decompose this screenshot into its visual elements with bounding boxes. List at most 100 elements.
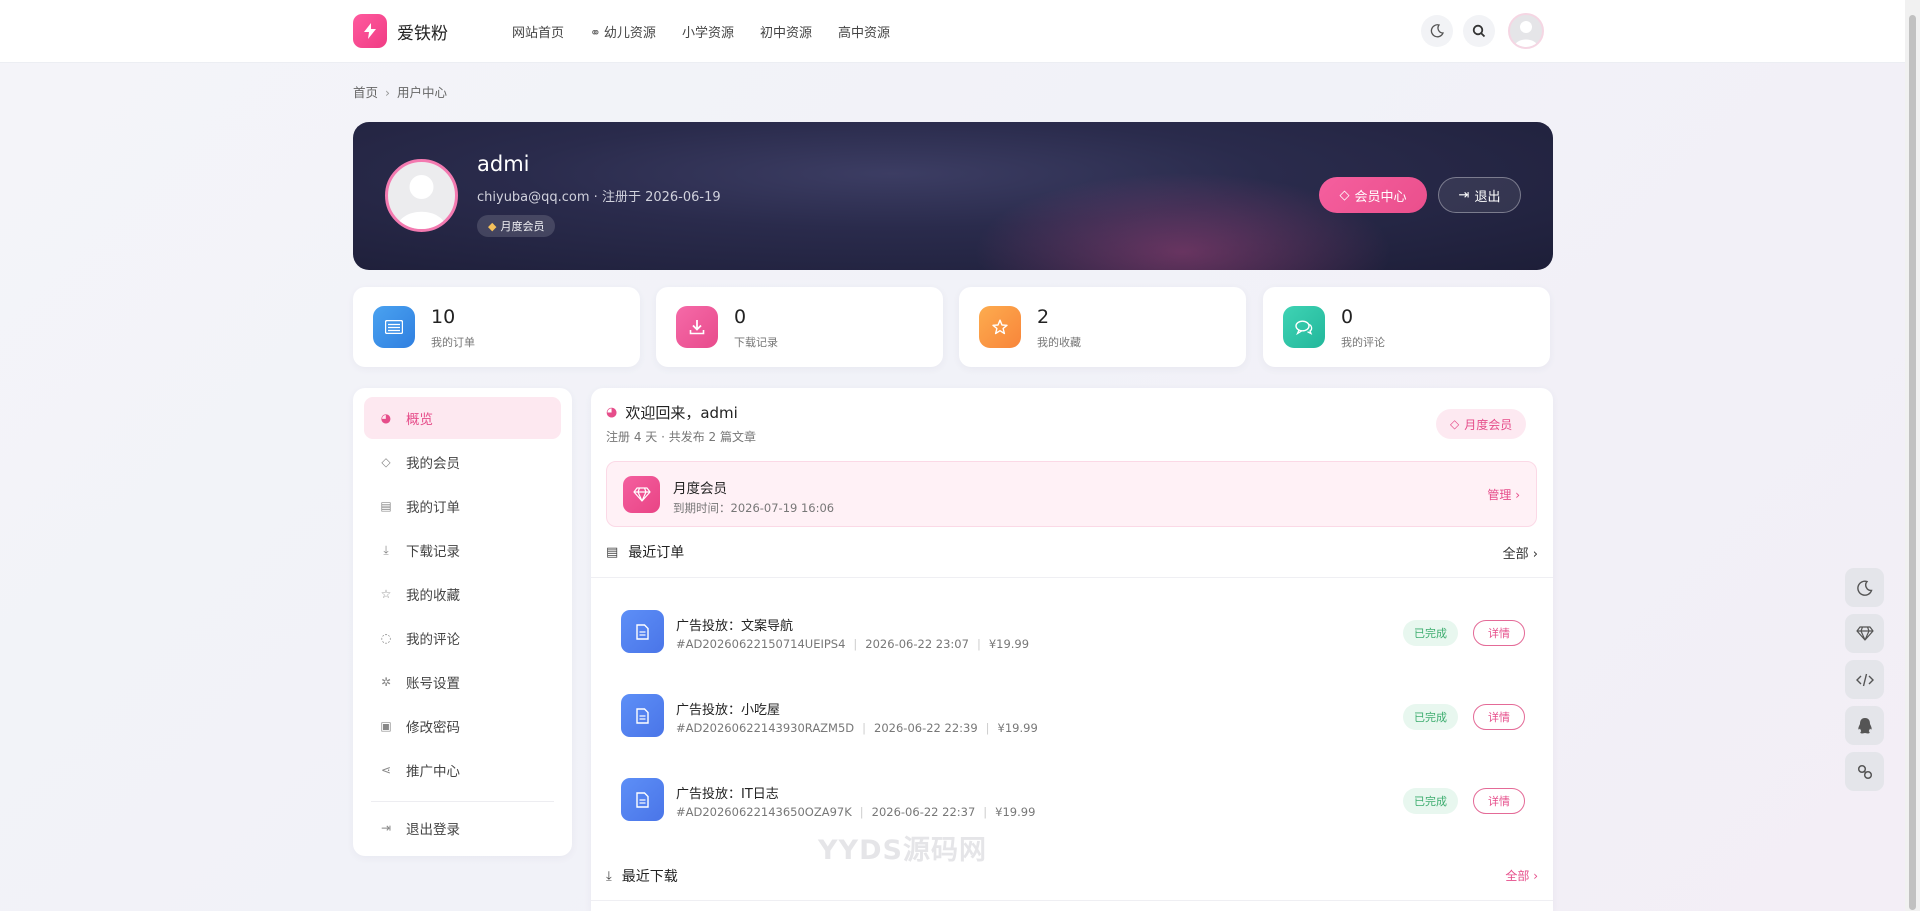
logout-icon: ⇥ <box>380 821 392 835</box>
qq-icon[interactable] <box>1845 706 1884 745</box>
section-divider <box>591 577 1553 578</box>
search-icon[interactable] <box>1463 15 1495 47</box>
order-row: 广告投放：小吃屋 #AD20260622143930RAZM5D | 2026-06… <box>621 692 1525 738</box>
sidebar-item-overview[interactable]: ◕ 概览 <box>364 397 561 439</box>
recent-orders-heading: ▤ 最近订单 <box>606 544 685 562</box>
download-icon <box>676 306 718 348</box>
stat-favorites[interactable]: 2 我的收藏 <box>959 287 1246 367</box>
code-icon[interactable] <box>1845 660 1884 699</box>
sidebar-item-membership[interactable]: ◇ 我的会员 <box>364 441 561 483</box>
welcome-subtitle: 注册 4 天 · 共发布 2 篇文章 <box>606 430 756 444</box>
section-divider <box>591 900 1553 901</box>
status-badge: 已完成 <box>1403 620 1458 646</box>
profile-avatar <box>385 159 458 232</box>
status-badge: 已完成 <box>1403 788 1458 814</box>
document-icon <box>621 778 664 821</box>
recent-downloads-heading: ⤓ 最近下载 <box>606 868 678 886</box>
stat-orders[interactable]: 10 我的订单 <box>353 287 640 367</box>
top-navbar: 爱铁粉 网站首页 ⚭ 幼儿资源 小学资源 初中资源 高中资源 <box>0 0 1905 63</box>
vip-center-button[interactable]: ◇ 会员中心 <box>1319 177 1427 213</box>
comment-icon: ◌ <box>380 631 392 645</box>
order-meta: #AD20260622150714UEIPS4 | 2026-06-22 23:07… <box>676 637 1030 651</box>
site-name[interactable]: 爱铁粉 <box>397 19 448 44</box>
status-badge: 已完成 <box>1403 704 1458 730</box>
profile-meta: chiyuba@qq.com · 注册于 2026-06-19 <box>477 190 721 205</box>
document-icon <box>621 610 664 653</box>
profile-hero: admi chiyuba@qq.com · 注册于 2026-06-19 ◆ 月度… <box>353 122 1553 270</box>
stat-comments[interactable]: 0 我的评论 <box>1263 287 1550 367</box>
diamond-icon: ◆ <box>488 219 497 233</box>
list-icon: ▤ <box>380 499 392 513</box>
diamond-icon: ◇ <box>381 455 391 469</box>
lock-icon: ▣ <box>380 719 392 733</box>
all-orders-link[interactable]: 全部 › <box>1503 543 1538 562</box>
diamond-icon <box>623 476 660 513</box>
breadcrumb-home[interactable]: 首页 <box>353 85 378 100</box>
order-title: 广告投放：IT日志 <box>676 787 779 802</box>
all-downloads-link[interactable]: 全部 › <box>1505 867 1538 884</box>
sidebar-item-comments[interactable]: ◌ 我的评论 <box>364 617 561 659</box>
sidebar-item-downloads[interactable]: ⤓ 下载记录 <box>364 529 561 571</box>
scrollbar-thumb[interactable] <box>1909 15 1916 910</box>
document-icon <box>621 694 664 737</box>
welcome-heading: ◕ 欢迎回来，admi <box>606 404 738 422</box>
star-icon: ☆ <box>380 587 392 601</box>
list-icon: ▤ <box>606 544 619 560</box>
gear-icon: ✲ <box>380 675 392 689</box>
logo-icon[interactable] <box>353 14 387 48</box>
dashboard-icon: ◕ <box>380 411 392 425</box>
nav-primary[interactable]: 小学资源 <box>682 22 734 41</box>
membership-card: 月度会员 到期时间：2026-07-19 16:06 管理 › <box>606 461 1537 527</box>
membership-expiry: 到期时间：2026-07-19 16:06 <box>673 501 835 515</box>
avatar[interactable] <box>1508 13 1544 49</box>
link-icon: ⚭ <box>590 26 601 41</box>
watermark: YYDS源码网 <box>818 835 987 866</box>
stat-downloads[interactable]: 0 下载记录 <box>656 287 943 367</box>
nav-high[interactable]: 高中资源 <box>838 22 890 41</box>
order-row: 广告投放：IT日志 #AD20260622143650OZA97K | 2026-0… <box>621 776 1525 822</box>
sidebar-item-account-settings[interactable]: ✲ 账号设置 <box>364 661 561 703</box>
sidebar-item-logout[interactable]: ⇥ 退出登录 <box>364 807 561 849</box>
diamond-icon[interactable] <box>1845 614 1884 653</box>
manage-membership-link[interactable]: 管理 › <box>1487 486 1520 503</box>
star-icon <box>979 306 1021 348</box>
order-detail-button[interactable]: 详情 <box>1473 704 1525 730</box>
sidebar-item-favorites[interactable]: ☆ 我的收藏 <box>364 573 561 615</box>
membership-title: 月度会员 <box>673 481 727 497</box>
order-detail-button[interactable]: 详情 <box>1473 620 1525 646</box>
overview-panel: ◕ 欢迎回来，admi 注册 4 天 · 共发布 2 篇文章 ◇ 月度会员 月度会员… <box>591 388 1553 911</box>
breadcrumb: 首页 › 用户中心 <box>353 85 448 100</box>
nav-kindergarten[interactable]: ⚭ 幼儿资源 <box>590 22 656 41</box>
sidebar-item-change-password[interactable]: ▣ 修改密码 <box>364 705 561 747</box>
nav-home[interactable]: 网站首页 <box>512 22 564 41</box>
sidebar-item-orders[interactable]: ▤ 我的订单 <box>364 485 561 527</box>
share-icon: ⋖ <box>380 763 392 777</box>
member-badge: ◆ 月度会员 <box>477 215 556 237</box>
breadcrumb-current: 用户中心 <box>397 85 448 100</box>
sidebar-divider <box>371 801 554 802</box>
diamond-icon: ◇ <box>1450 417 1460 431</box>
profile-name: admi <box>477 152 530 176</box>
dashboard-icon: ◕ <box>606 405 618 420</box>
order-title: 广告投放：文案导航 <box>676 619 794 634</box>
diamond-icon: ◇ <box>1339 187 1350 203</box>
nav-middle[interactable]: 初中资源 <box>760 22 812 41</box>
order-meta: #AD20260622143930RAZM5D | 2026-06-22 22:39… <box>676 721 1038 735</box>
main-nav: 网站首页 ⚭ 幼儿资源 小学资源 初中资源 高中资源 <box>512 22 916 41</box>
order-detail-button[interactable]: 详情 <box>1473 788 1525 814</box>
dark-mode-toggle-icon[interactable] <box>1421 15 1453 47</box>
sidebar-item-promotion[interactable]: ⋖ 推广中心 <box>364 749 561 791</box>
user-sidebar: ◕ 概览 ◇ 我的会员 ▤ 我的订单 ⤓ 下载记录 ☆ 我的收藏 ◌ 我的评论 ✲ 账号设置 … <box>353 388 572 856</box>
list-icon <box>373 306 415 348</box>
logout-icon: ⇥ <box>1458 187 1470 203</box>
link-icon[interactable] <box>1845 752 1884 791</box>
order-row: 广告投放：文案导航 #AD20260622150714UEIPS4 | 2026-0… <box>621 608 1525 654</box>
download-icon: ⤓ <box>383 542 389 557</box>
order-meta: #AD20260622143650OZA97K | 2026-06-22 22:37… <box>676 805 1036 819</box>
comment-icon <box>1283 306 1325 348</box>
moon-icon[interactable] <box>1845 568 1884 607</box>
logout-button[interactable]: ⇥ 退出 <box>1438 177 1521 213</box>
download-icon: ⤓ <box>606 868 612 884</box>
member-level-pill[interactable]: ◇ 月度会员 <box>1436 409 1527 439</box>
order-title: 广告投放：小吃屋 <box>676 703 781 718</box>
